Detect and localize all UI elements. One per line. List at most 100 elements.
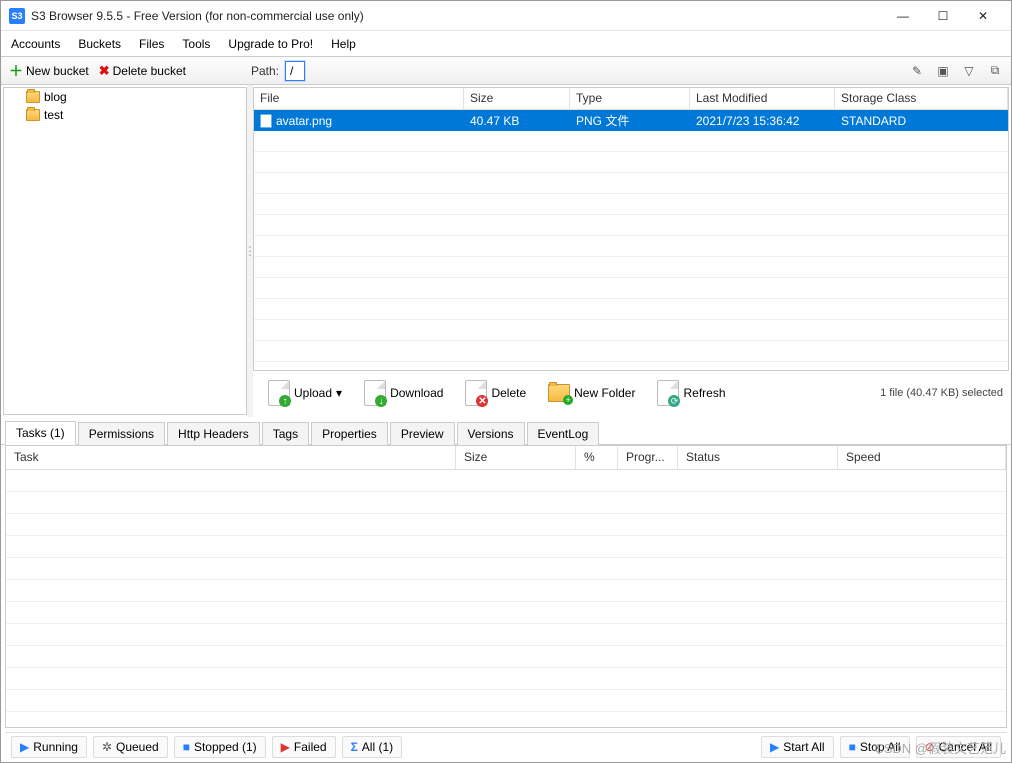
- filter-queued[interactable]: ✲Queued: [93, 736, 168, 758]
- upload-label: Upload: [294, 386, 332, 400]
- delete-bucket-label: Delete bucket: [113, 64, 186, 78]
- filter-failed[interactable]: ▶Failed: [272, 736, 336, 758]
- delete-label: Delete: [491, 386, 526, 400]
- tab-tags[interactable]: Tags: [262, 422, 309, 445]
- col-file[interactable]: File: [254, 88, 464, 109]
- menu-upgrade[interactable]: Upgrade to Pro!: [228, 37, 313, 51]
- tab-permissions[interactable]: Permissions: [78, 422, 165, 445]
- start-all-button[interactable]: ▶Start All: [761, 736, 834, 758]
- download-button[interactable]: ↓ Download: [355, 375, 452, 411]
- new-bucket-button[interactable]: ＋ New bucket: [5, 59, 93, 83]
- new-folder-label: New Folder: [574, 386, 635, 400]
- delete-icon: ✖: [99, 63, 110, 79]
- bottom-bar: ▶Running ✲Queued ■Stopped (1) ▶Failed ΣA…: [5, 732, 1007, 760]
- file-storage: STANDARD: [835, 112, 1008, 130]
- bucket-item-blog[interactable]: blog: [4, 88, 246, 106]
- menu-bar: Accounts Buckets Files Tools Upgrade to …: [1, 31, 1011, 57]
- file-delete-button[interactable]: ✕ Delete: [456, 375, 535, 411]
- task-table[interactable]: Task Size % Progr... Status Speed: [5, 445, 1007, 728]
- filter-stopped[interactable]: ■Stopped (1): [174, 736, 266, 758]
- path-input[interactable]: [285, 61, 305, 81]
- col-task[interactable]: Task: [6, 446, 456, 469]
- new-folder-icon: +: [548, 384, 570, 402]
- task-body: [6, 470, 1006, 727]
- new-bucket-label: New bucket: [26, 64, 89, 78]
- download-icon: ↓: [364, 380, 386, 406]
- delete-file-icon: ✕: [465, 380, 487, 406]
- upload-icon: ↑: [268, 380, 290, 406]
- delete-bucket-button[interactable]: ✖ Delete bucket: [95, 61, 190, 81]
- file-modified: 2021/7/23 15:36:42: [690, 112, 835, 130]
- bucket-item-test[interactable]: test: [4, 106, 246, 124]
- folder-icon: [26, 91, 40, 103]
- cancel-icon: ⊘: [925, 740, 935, 754]
- folder-icon: [26, 109, 40, 121]
- queued-icon: ✲: [102, 740, 112, 754]
- col-progr[interactable]: Progr...: [618, 446, 678, 469]
- tab-http-headers[interactable]: Http Headers: [167, 422, 260, 445]
- tab-strip: Tasks (1) Permissions Http Headers Tags …: [1, 421, 1011, 445]
- refresh-button[interactable]: ⟳ Refresh: [648, 375, 734, 411]
- close-button[interactable]: ✕: [963, 2, 1003, 30]
- menu-tools[interactable]: Tools: [182, 37, 210, 51]
- bucket-name: test: [44, 108, 63, 122]
- title-bar: S3 S3 Browser 9.5.5 - Free Version (for …: [1, 1, 1011, 31]
- start-icon: ▶: [770, 740, 779, 754]
- download-label: Download: [390, 386, 443, 400]
- refresh-icon: ⟳: [657, 380, 679, 406]
- copy-icon[interactable]: ⧉: [985, 61, 1005, 81]
- col-type[interactable]: Type: [570, 88, 690, 109]
- stop-all-icon: ■: [849, 740, 856, 754]
- col-modified[interactable]: Last Modified: [690, 88, 835, 109]
- play-icon: ▶: [20, 740, 29, 754]
- tool-row: ＋ New bucket ✖ Delete bucket Path: ✎ ▣ ▽…: [1, 57, 1011, 85]
- path-tools: Path: ✎ ▣ ▽ ⧉: [245, 57, 1011, 84]
- filter-running[interactable]: ▶Running: [11, 736, 87, 758]
- col-tsize[interactable]: Size: [456, 446, 576, 469]
- tab-properties[interactable]: Properties: [311, 422, 388, 445]
- app-icon: S3: [9, 8, 25, 24]
- tab-preview[interactable]: Preview: [390, 422, 455, 445]
- tab-versions[interactable]: Versions: [457, 422, 525, 445]
- new-folder-button[interactable]: + New Folder: [539, 379, 644, 407]
- file-icon: [260, 114, 272, 128]
- bucket-list[interactable]: blog test: [3, 87, 247, 415]
- col-speed[interactable]: Speed: [838, 446, 1006, 469]
- tab-tasks[interactable]: Tasks (1): [5, 421, 76, 445]
- col-status[interactable]: Status: [678, 446, 838, 469]
- col-pct[interactable]: %: [576, 446, 618, 469]
- filter-icon[interactable]: ▽: [959, 61, 979, 81]
- refresh-label: Refresh: [683, 386, 725, 400]
- file-name: avatar.png: [276, 114, 332, 128]
- stop-icon: ■: [183, 740, 190, 754]
- filter-all[interactable]: ΣAll (1): [342, 736, 403, 758]
- file-list[interactable]: File Size Type Last Modified Storage Cla…: [253, 87, 1009, 371]
- main-split: blog test ⋮ File Size Type Last Modified…: [1, 85, 1011, 417]
- maximize-button[interactable]: ☐: [923, 2, 963, 30]
- path-label: Path:: [251, 64, 279, 78]
- file-pane: File Size Type Last Modified Storage Cla…: [253, 87, 1009, 415]
- view-icon[interactable]: ▣: [933, 61, 953, 81]
- file-list-header: File Size Type Last Modified Storage Cla…: [254, 88, 1008, 110]
- window-title: S3 Browser 9.5.5 - Free Version (for non…: [31, 9, 883, 23]
- cancel-all-button[interactable]: ⊘Cancel All: [916, 736, 1001, 758]
- col-size[interactable]: Size: [464, 88, 570, 109]
- col-storage[interactable]: Storage Class: [835, 88, 1008, 109]
- menu-help[interactable]: Help: [331, 37, 356, 51]
- file-row[interactable]: avatar.png 40.47 KB PNG 文件 2021/7/23 15:…: [254, 110, 1008, 131]
- menu-buckets[interactable]: Buckets: [78, 37, 121, 51]
- sigma-icon: Σ: [351, 740, 358, 754]
- minimize-button[interactable]: —: [883, 2, 923, 30]
- stop-all-button[interactable]: ■Stop All: [840, 736, 910, 758]
- edit-icon[interactable]: ✎: [907, 61, 927, 81]
- tab-eventlog[interactable]: EventLog: [527, 422, 600, 445]
- task-header: Task Size % Progr... Status Speed: [6, 446, 1006, 470]
- menu-files[interactable]: Files: [139, 37, 164, 51]
- menu-accounts[interactable]: Accounts: [11, 37, 60, 51]
- file-toolbar: ↑ Upload ▾ ↓ Download ✕ Delete + New Fol…: [253, 371, 1009, 415]
- dropdown-icon: ▾: [336, 386, 342, 400]
- upload-button[interactable]: ↑ Upload ▾: [259, 375, 351, 411]
- file-size: 40.47 KB: [464, 112, 570, 130]
- selection-status: 1 file (40.47 KB) selected: [880, 387, 1003, 399]
- bucket-tools: ＋ New bucket ✖ Delete bucket: [1, 57, 245, 84]
